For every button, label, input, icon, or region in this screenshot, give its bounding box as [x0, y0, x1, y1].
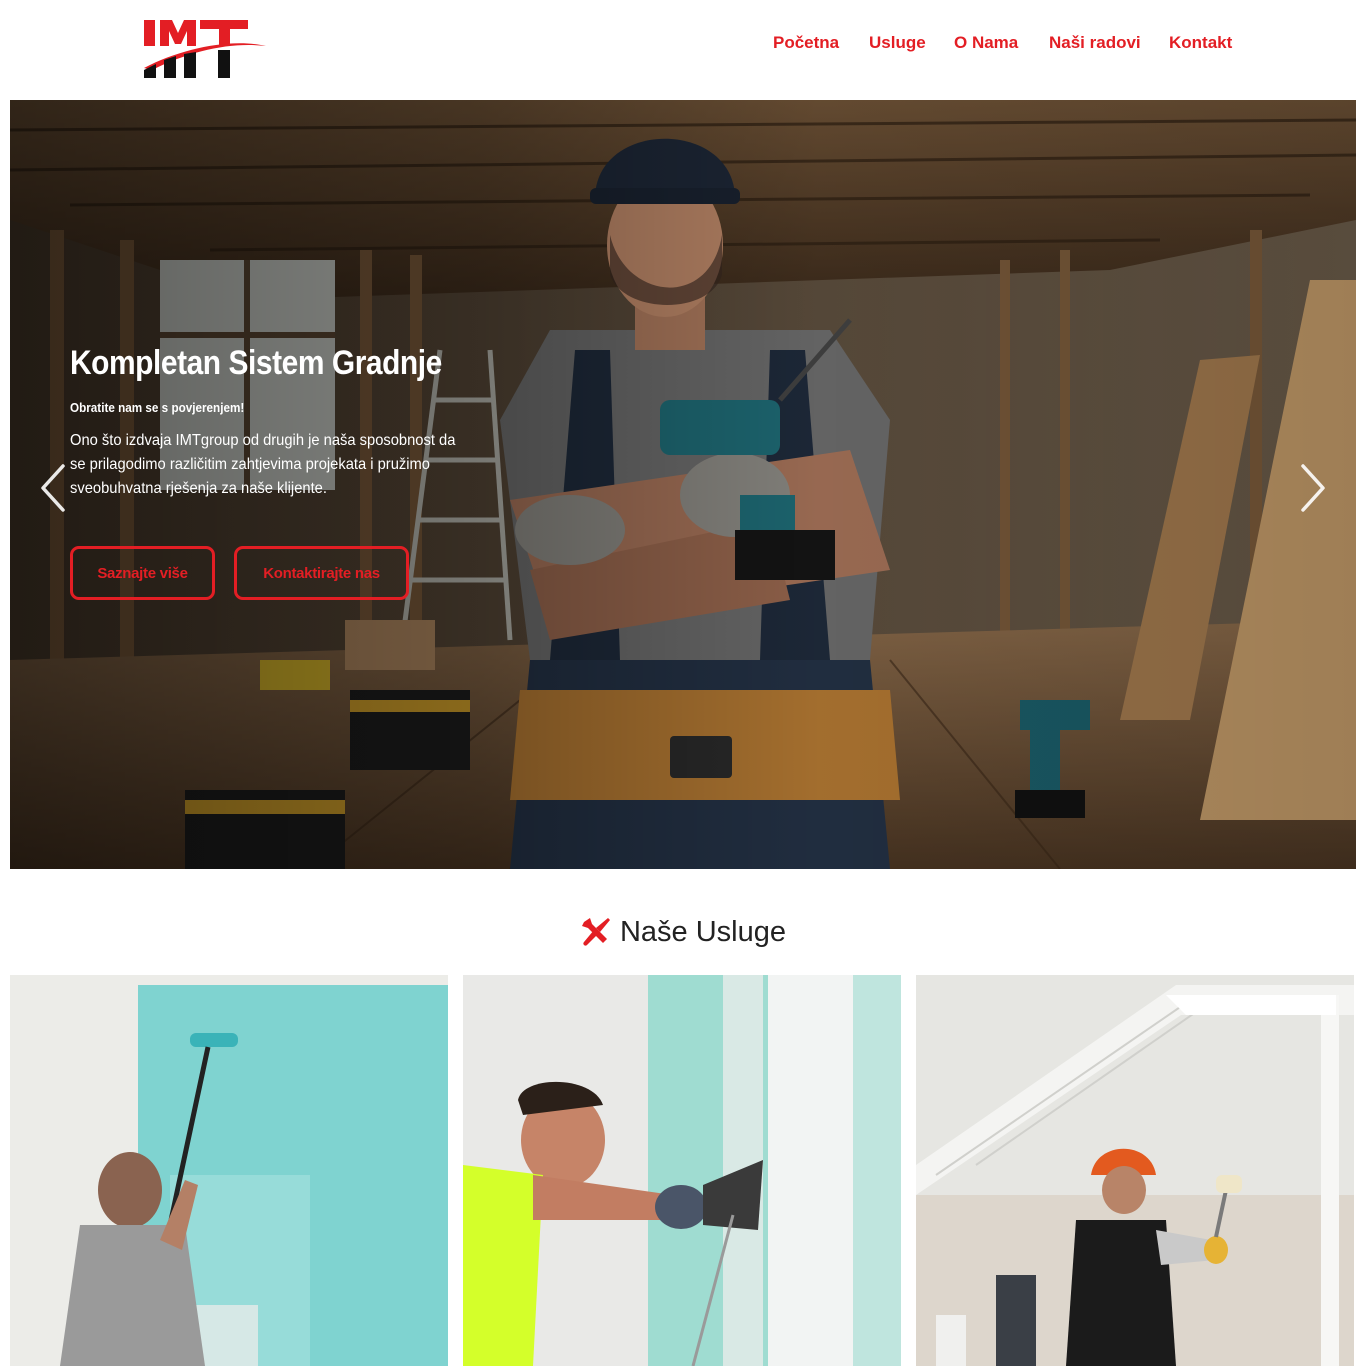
nav-item-pocetna[interactable]: Početna [773, 33, 839, 53]
chevron-left-icon[interactable] [38, 462, 68, 514]
nav-item-nasi-radovi[interactable]: Naši radovi [1049, 33, 1141, 53]
service-card-drywall[interactable] [463, 975, 901, 1366]
nav-item-kontakt[interactable]: Kontakt [1169, 33, 1232, 53]
learn-more-button[interactable]: Saznajte više [70, 546, 215, 600]
facade-image [916, 975, 1354, 1366]
drywall-image [463, 975, 901, 1366]
nav-item-usluge[interactable]: Usluge [869, 33, 926, 53]
hero-description: Ono što izdvaja IMTgroup od drugih je na… [70, 432, 456, 497]
hero-subtitle: Obratite nam se s povjerenjem! [70, 400, 245, 415]
hero-content: Kompletan Sistem Gradnje Obratite nam se… [70, 340, 470, 501]
hero-title: Kompletan Sistem Gradnje [70, 344, 442, 382]
tools-icon [581, 918, 610, 946]
hero-slider: Kompletan Sistem Gradnje Obratite nam se… [10, 100, 1356, 869]
service-card-facade[interactable] [916, 975, 1354, 1366]
nav-item-o-nama[interactable]: O Nama [954, 33, 1018, 53]
services-title: Naše Usluge [619, 915, 787, 948]
service-card-painting[interactable] [10, 975, 448, 1366]
painting-image [10, 975, 448, 1366]
site-header: Početna Usluge O Nama Naši radovi Kontak… [0, 0, 1366, 100]
services-heading: Naše Usluge [0, 910, 1366, 954]
contact-us-button[interactable]: Kontaktirajte nas [234, 546, 409, 600]
imt-logo[interactable] [142, 16, 270, 82]
chevron-right-icon[interactable] [1298, 462, 1328, 514]
